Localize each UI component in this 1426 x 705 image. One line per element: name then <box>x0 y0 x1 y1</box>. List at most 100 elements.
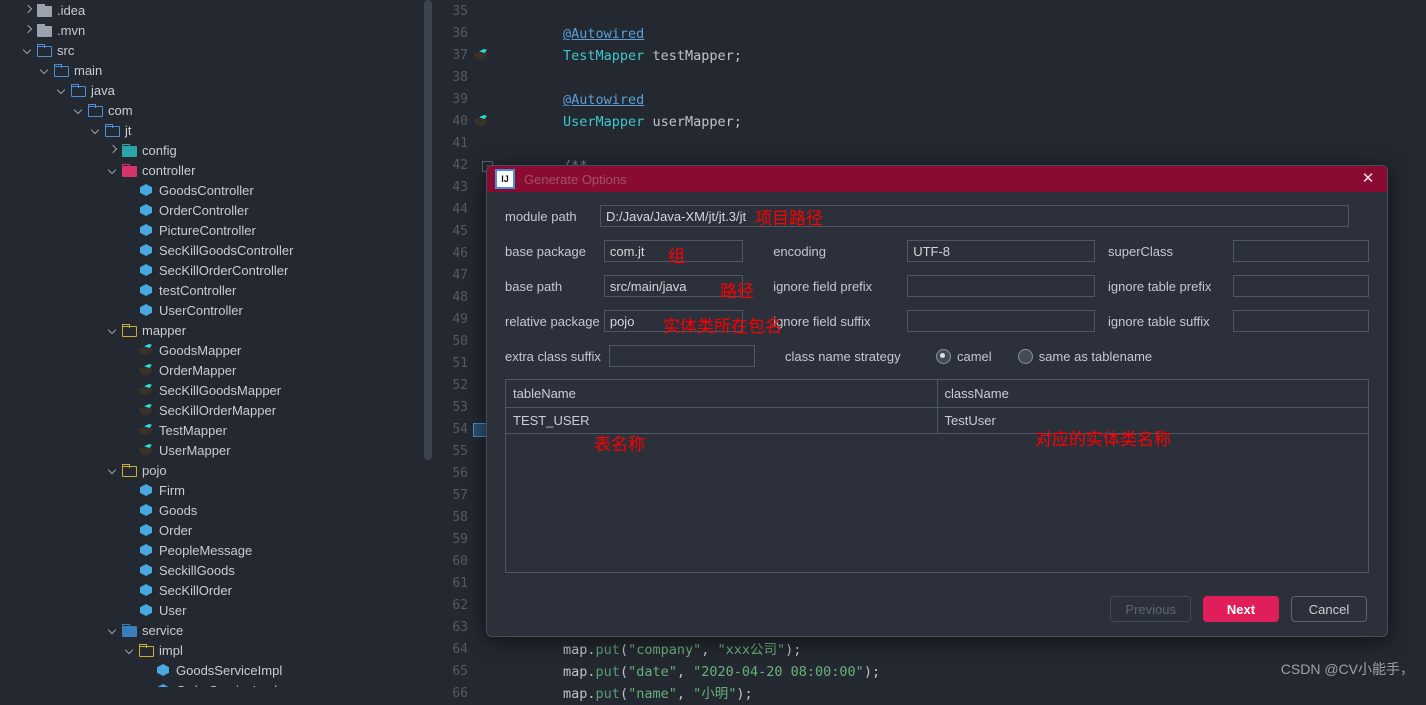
tree-item-orderserviceimpl[interactable]: OrderServiceImpl <box>0 680 432 688</box>
tree-item-impl[interactable]: impl <box>0 640 432 660</box>
tree-item-firm[interactable]: Firm <box>0 480 432 500</box>
tree-item-testcontroller[interactable]: testController <box>0 280 432 300</box>
table-column-header[interactable]: className <box>938 380 1369 407</box>
tree-item-ordermapper[interactable]: OrderMapper <box>0 360 432 380</box>
tree-item-jt[interactable]: jt <box>0 120 432 140</box>
ignore-field-prefix-input[interactable] <box>907 275 1095 297</box>
super-class-input[interactable] <box>1232 240 1369 262</box>
tree-item-seckillordermapper[interactable]: SecKillOrderMapper <box>0 400 432 420</box>
tree-item-goods[interactable]: Goods <box>0 500 432 520</box>
tree-item-usermapper[interactable]: UserMapper <box>0 440 432 460</box>
tree-item-goodsserviceimpl[interactable]: GoodsServiceImpl <box>0 660 432 680</box>
annotation-text: 路径 <box>720 282 754 301</box>
tree-item-picturecontroller[interactable]: PictureController <box>0 220 432 240</box>
chevron-down-icon[interactable] <box>106 164 119 177</box>
chevron-down-icon[interactable] <box>21 44 34 57</box>
tree-item-pojo[interactable]: pojo <box>0 460 432 480</box>
extra-class-suffix-input[interactable] <box>609 345 755 367</box>
tree-item-label: User <box>159 602 187 618</box>
tree-item-seckillgoods[interactable]: SeckillGoods <box>0 560 432 580</box>
code-text: map.put("date", "2020-04-20 08:00:00"); <box>498 661 880 683</box>
tree-item-main[interactable]: main <box>0 60 432 80</box>
tree-item-controller[interactable]: controller <box>0 160 432 180</box>
chevron-down-icon[interactable] <box>106 324 119 337</box>
chevron-down-icon[interactable] <box>38 64 51 77</box>
code-token: put <box>595 642 620 658</box>
tree-item-usercontroller[interactable]: UserController <box>0 300 432 320</box>
chevron-down-icon[interactable] <box>72 104 85 117</box>
tree-item-label: TestMapper <box>159 422 227 438</box>
chevron-down-icon[interactable] <box>55 84 68 97</box>
tree-item-config[interactable]: config <box>0 140 432 160</box>
tree-item-java[interactable]: java <box>0 80 432 100</box>
mapping-table[interactable]: tableName className TEST_USER TestUser <box>505 379 1369 573</box>
chevron-right-icon[interactable] <box>21 24 34 37</box>
code-token: "xxx公司" <box>717 642 786 658</box>
radio-same-as-tablename[interactable]: same as tablename <box>1017 348 1152 364</box>
tree-item-peoplemessage[interactable]: PeopleMessage <box>0 540 432 560</box>
chevron-down-icon[interactable] <box>89 124 102 137</box>
next-button[interactable]: Next <box>1203 596 1279 622</box>
tree-item-order[interactable]: Order <box>0 520 432 540</box>
tree-item-testmapper[interactable]: TestMapper <box>0 420 432 440</box>
radio-camel-label: camel <box>957 348 992 364</box>
mapper-interface-icon <box>138 362 154 378</box>
tree-item-ordercontroller[interactable]: OrderController <box>0 200 432 220</box>
tree-item-src[interactable]: src <box>0 40 432 60</box>
tree-item-com[interactable]: com <box>0 100 432 120</box>
project-tree-panel[interactable]: .idea .mvn src main java com jt config controlle… <box>0 0 432 687</box>
gutter-mapper-icon[interactable] <box>474 49 488 62</box>
tree-item-mapper[interactable]: mapper <box>0 320 432 340</box>
ignore-table-suffix-input[interactable] <box>1232 310 1369 332</box>
code-token: ( <box>619 664 629 680</box>
radio-same-as-tablename-icon <box>1017 348 1033 364</box>
tree-item-seckillorder[interactable]: SecKillOrder <box>0 580 432 600</box>
table-cell[interactable]: TEST_USER <box>506 408 938 433</box>
tree-item-service[interactable]: service <box>0 620 432 640</box>
chevron-down-icon[interactable] <box>123 644 136 657</box>
table-column-header[interactable]: tableName <box>506 380 938 407</box>
tree-item-seckillgoodscontroller[interactable]: SecKillGoodsController <box>0 240 432 260</box>
gutter-mapper-icon[interactable] <box>474 115 488 128</box>
tree-item-label: .idea <box>57 2 86 18</box>
generate-options-dialog: IJ Generate Options ✕ module path D:/Jav… <box>486 165 1388 637</box>
chevron-down-icon[interactable] <box>106 464 119 477</box>
folder-icon <box>36 2 52 18</box>
line-number: 45 <box>452 224 468 239</box>
mapper-interface-icon <box>138 422 154 438</box>
tree-item-goodsmapper[interactable]: GoodsMapper <box>0 340 432 360</box>
tree-item-label: pojo <box>142 462 167 478</box>
java-class-icon <box>138 282 154 298</box>
row-base-path: base path src/main/java ignore field pre… <box>505 274 1369 298</box>
chevron-down-icon[interactable] <box>106 624 119 637</box>
tree-item-.idea[interactable]: .idea <box>0 0 432 20</box>
code-token: @Autowired <box>563 26 645 42</box>
code-token: . <box>587 664 596 680</box>
code-token: userMapper <box>644 114 734 130</box>
encoding-input[interactable]: UTF-8 <box>907 240 1095 262</box>
tree-item-goodscontroller[interactable]: GoodsController <box>0 180 432 200</box>
chevron-right-icon[interactable] <box>106 144 119 157</box>
tree-item-label: SecKillOrderController <box>159 262 289 278</box>
dialog-titlebar[interactable]: IJ Generate Options ✕ <box>487 166 1387 192</box>
module-path-input[interactable]: D:/Java/Java-XM/jt/jt.3/jt <box>600 205 1349 227</box>
previous-button[interactable]: Previous <box>1110 596 1191 622</box>
cancel-button[interactable]: Cancel <box>1291 596 1367 622</box>
tree-item-label: jt <box>125 122 132 138</box>
ignore-field-suffix-input[interactable] <box>907 310 1095 332</box>
tree-item-seckillordercontroller[interactable]: SecKillOrderController <box>0 260 432 280</box>
radio-camel[interactable]: camel <box>936 348 992 364</box>
tree-item-seckillgoodsmapper[interactable]: SecKillGoodsMapper <box>0 380 432 400</box>
tree-item-user[interactable]: User <box>0 600 432 620</box>
close-icon[interactable]: ✕ <box>1359 170 1377 188</box>
tree-item-.mvn[interactable]: .mvn <box>0 20 432 40</box>
ignore-table-prefix-input[interactable] <box>1232 275 1369 297</box>
editor-scrollbar[interactable] <box>424 0 432 460</box>
chevron-right-icon[interactable] <box>21 4 34 17</box>
